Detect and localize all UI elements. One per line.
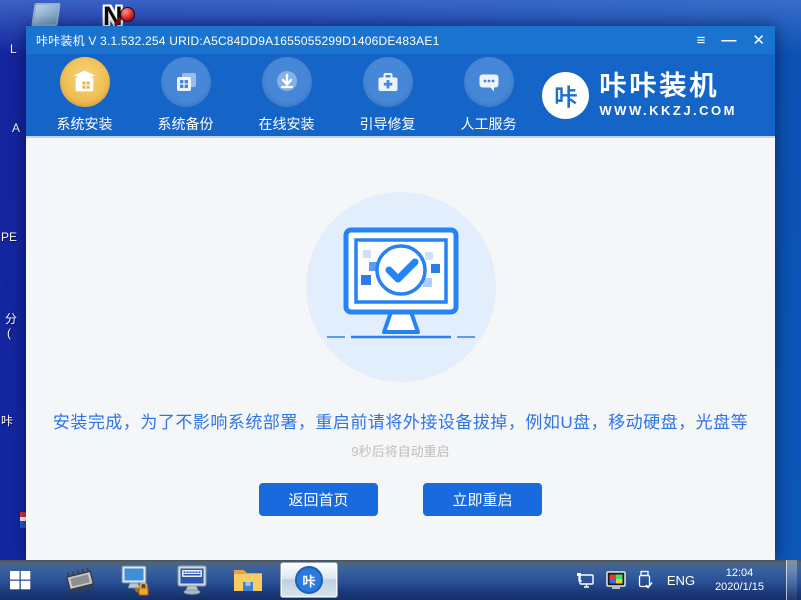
kaka-app-taskbar-button[interactable]: 咔: [280, 562, 338, 598]
restart-countdown: 9秒后将自动重启: [351, 441, 449, 460]
network-icon[interactable]: [575, 571, 595, 589]
usb-safely-remove-icon[interactable]: [637, 570, 653, 590]
monitor-check-icon: [319, 224, 483, 350]
notepad-ball-icon: [120, 7, 135, 22]
file-explorer-icon: [231, 565, 265, 595]
nav-item-support[interactable]: 人工服务: [438, 57, 539, 134]
on-screen-keyboard-icon: [174, 564, 210, 596]
nav-item-system-install[interactable]: 系统安装: [34, 57, 135, 134]
brand-circle-icon: 咔: [542, 72, 589, 119]
start-button[interactable]: [0, 560, 40, 600]
on-screen-keyboard-app-button[interactable]: [170, 560, 214, 600]
show-desktop-button[interactable]: [786, 560, 797, 600]
nav-label: 在线安装: [259, 114, 315, 134]
nav-item-system-backup[interactable]: 系统备份: [135, 57, 236, 134]
file-explorer-app-button[interactable]: [226, 560, 270, 600]
clock-time: 12:04: [715, 566, 764, 580]
menu-icon[interactable]: ≡: [697, 33, 706, 48]
brand-logo: 咔 咔咔装机 WWW.KKZJ.COM: [542, 72, 737, 119]
desktop-label-fragment: L: [10, 42, 17, 56]
memory-chip-app-button[interactable]: [58, 560, 102, 600]
minimize-icon[interactable]: —: [721, 33, 736, 48]
nav-bar: 系统安装 系统备份: [26, 54, 775, 138]
nav-label: 系统备份: [158, 114, 214, 134]
windows-logo-icon: [8, 568, 32, 592]
window-title: 咔咔装机 V 3.1.532.254 URID:A5C84DD9A1655055…: [36, 32, 439, 49]
desktop-label-fragment: (: [7, 326, 11, 340]
nav-label: 人工服务: [461, 114, 517, 134]
clock-date: 2020/1/15: [715, 580, 764, 594]
completion-message: 安装完成，为了不影响系统部署，重启前请将外接设备拔掉，例如U盘，移动硬盘，光盘等: [53, 408, 748, 433]
brand-name: 咔咔装机: [599, 73, 737, 100]
restart-now-button[interactable]: 立即重启: [423, 483, 542, 516]
support-chat-icon: [464, 57, 514, 107]
online-download-icon: [262, 57, 312, 107]
desktop-label-fragment: PE: [1, 230, 17, 244]
backup-copies-icon: [161, 57, 211, 107]
install-complete-illustration: [306, 192, 496, 382]
kaka-logo-icon: 咔: [295, 566, 323, 594]
screen-lock-icon: [119, 564, 153, 596]
brand-site: WWW.KKZJ.COM: [599, 104, 737, 117]
desktop-label-fragment: 分: [5, 310, 17, 327]
taskbar: 咔: [0, 560, 801, 600]
nav-item-boot-repair[interactable]: 引导修复: [337, 57, 438, 134]
nav-label: 引导修复: [360, 114, 416, 134]
nav-item-online-install[interactable]: 在线安装: [236, 57, 337, 134]
titlebar[interactable]: 咔咔装机 V 3.1.532.254 URID:A5C84DD9A1655055…: [26, 26, 775, 54]
install-box-icon: [60, 57, 110, 107]
language-indicator[interactable]: ENG: [663, 573, 699, 588]
memory-chip-icon: [61, 565, 99, 595]
display-color-icon[interactable]: [605, 571, 627, 589]
close-icon[interactable]: ✕: [752, 33, 765, 48]
clock[interactable]: 12:04 2020/1/15: [709, 566, 770, 594]
return-home-button[interactable]: 返回首页: [259, 483, 378, 516]
installer-window: 咔咔装机 V 3.1.532.254 URID:A5C84DD9A1655055…: [26, 26, 775, 560]
desktop-label-fragment: 咔: [1, 412, 13, 429]
boot-repair-kit-icon: [363, 57, 413, 107]
content-area: 安装完成，为了不影响系统部署，重启前请将外接设备拔掉，例如U盘，移动硬盘，光盘等…: [26, 138, 775, 560]
desktop-label-fragment: A: [12, 121, 20, 135]
nav-label: 系统安装: [57, 114, 113, 134]
screen-lock-app-button[interactable]: [114, 560, 158, 600]
desktop-shortcut-icon[interactable]: [31, 3, 60, 26]
